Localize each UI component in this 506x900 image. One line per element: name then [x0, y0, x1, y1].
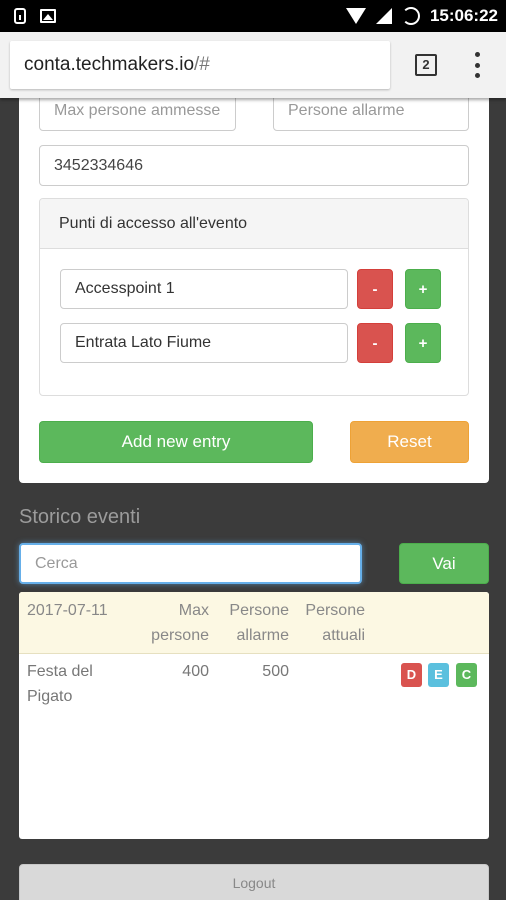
history-title: Storico eventi [19, 506, 141, 528]
logout-button[interactable]: Logout [19, 864, 489, 900]
menu-icon[interactable] [474, 52, 480, 78]
search-button[interactable]: Vai [399, 543, 489, 584]
count-event-button[interactable]: C [456, 663, 477, 687]
url-host: conta.techmakers.io [24, 54, 195, 75]
image-icon [40, 9, 56, 23]
search-input[interactable]: Cerca [19, 543, 362, 584]
event-max-people: 400 [182, 663, 209, 680]
edit-event-button[interactable]: E [428, 663, 449, 687]
add-access-point-button[interactable]: + [405, 323, 441, 363]
remove-access-point-button[interactable]: - [357, 269, 393, 309]
address-bar[interactable]: conta.techmakers.io/# [10, 41, 390, 89]
event-form-card: Max persone ammesse Persone allarme 3452… [19, 91, 489, 483]
column-date: 2017-07-11 [27, 602, 108, 619]
remove-access-point-button[interactable]: - [357, 323, 393, 363]
status-time: 15:06:22 [429, 6, 498, 25]
wifi-icon [345, 8, 366, 24]
battery-icon [401, 7, 420, 25]
access-points-heading: Punti di accesso all'evento [40, 199, 468, 249]
table-header: 2017-07-11 Max persone Persone allarme Per… [19, 592, 489, 654]
tabs-icon[interactable]: 2 [415, 54, 437, 76]
sim-icon [14, 8, 26, 24]
browser-toolbar: conta.techmakers.io/# 2 [0, 32, 506, 98]
signal-icon [375, 8, 392, 24]
event-alarm: 500 [262, 663, 289, 680]
delete-event-button[interactable]: D [401, 663, 422, 687]
events-table: 2017-07-11 Max persone Persone allarme Per… [19, 592, 489, 839]
column-max-people: Max persone [151, 602, 209, 644]
column-current: Persone attuali [305, 602, 365, 644]
access-point-input[interactable]: Entrata Lato Fiume [60, 323, 348, 363]
column-alarm: Persone allarme [229, 602, 289, 644]
add-access-point-button[interactable]: + [405, 269, 441, 309]
url-path: /# [194, 54, 210, 75]
event-name: Festa del Pigato [27, 663, 93, 705]
phone-input[interactable]: 3452334646 [39, 145, 469, 186]
access-point-input[interactable]: Accesspoint 1 [60, 269, 348, 309]
status-bar: 15:06:22 [0, 0, 506, 32]
access-points-panel: Punti di accesso all'evento Accesspoint … [39, 198, 469, 396]
reset-button[interactable]: Reset [350, 421, 469, 463]
add-new-entry-button[interactable]: Add new entry [39, 421, 313, 463]
